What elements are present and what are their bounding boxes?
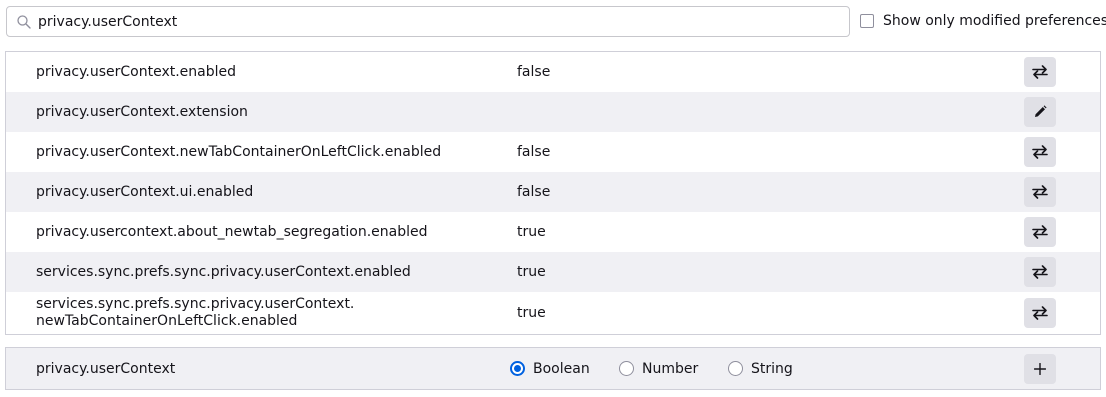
- toggle-button[interactable]: [1024, 57, 1056, 87]
- pref-name: privacy.userContext.extension: [36, 103, 248, 120]
- toggle-button[interactable]: [1024, 217, 1056, 247]
- toggle-button[interactable]: [1024, 298, 1056, 328]
- pref-value: false: [517, 64, 551, 80]
- toggle-button[interactable]: [1024, 137, 1056, 167]
- type-number-label: Number: [642, 360, 699, 377]
- pref-name-line1: services.sync.prefs.sync.privacy.userCon…: [36, 296, 355, 312]
- pref-row: services.sync.prefs.sync.privacy.userCon…: [6, 252, 1100, 292]
- edit-button[interactable]: [1024, 97, 1056, 127]
- type-number-option[interactable]: Number: [619, 348, 698, 389]
- pref-row: privacy.usercontext.about_newtab_segrega…: [6, 212, 1100, 252]
- new-pref-name: privacy.userContext: [36, 360, 176, 377]
- pref-name: services.sync.prefs.sync.privacy.userCon…: [36, 263, 411, 280]
- show-modified-toggle[interactable]: Show only modified preferences: [860, 13, 1106, 29]
- toggle-button[interactable]: [1024, 257, 1056, 287]
- pref-row: privacy.userContext.enabled false: [6, 52, 1100, 92]
- type-boolean-option[interactable]: Boolean: [510, 348, 590, 389]
- top-bar: Show only modified preferences: [6, 6, 1106, 39]
- pref-name: services.sync.prefs.sync.privacy.userCon…: [36, 292, 496, 334]
- pref-row: services.sync.prefs.sync.privacy.userCon…: [6, 292, 1100, 334]
- pref-row: privacy.userContext.newTabContainerOnLef…: [6, 132, 1100, 172]
- search-input[interactable]: [38, 10, 838, 34]
- pref-row: privacy.userContext.extension: [6, 92, 1100, 132]
- pref-value: false: [517, 144, 551, 160]
- type-boolean-radio[interactable]: [510, 361, 525, 376]
- pref-name: privacy.userContext.ui.enabled: [36, 183, 254, 200]
- edit-icon: [1035, 105, 1047, 117]
- type-number-radio[interactable]: [619, 361, 634, 376]
- add-button[interactable]: [1024, 354, 1056, 384]
- toggle-icon: [1032, 185, 1048, 199]
- toggle-icon: [1032, 265, 1048, 279]
- pref-name: privacy.usercontext.about_newtab_segrega…: [36, 223, 428, 240]
- search-icon: [17, 15, 31, 29]
- pref-value: false: [517, 184, 551, 200]
- toggle-button[interactable]: [1024, 177, 1056, 207]
- search-box[interactable]: [6, 6, 850, 37]
- pref-value: true: [517, 264, 546, 280]
- add-pref-row: privacy.userContext Boolean Number Strin…: [5, 347, 1101, 390]
- plus-icon: [1034, 363, 1046, 375]
- type-string-option[interactable]: String: [728, 348, 793, 389]
- toggle-icon: [1032, 65, 1048, 79]
- pref-name: privacy.userContext.newTabContainerOnLef…: [36, 143, 442, 160]
- show-modified-label: Show only modified preferences: [883, 13, 1106, 29]
- pref-value: true: [517, 224, 546, 240]
- toggle-icon: [1032, 145, 1048, 159]
- pref-row: privacy.userContext.ui.enabled false: [6, 172, 1100, 212]
- preferences-table: privacy.userContext.enabled false privac…: [5, 51, 1101, 335]
- pref-name-line2: newTabContainerOnLeftClick.enabled: [36, 313, 298, 329]
- toggle-icon: [1032, 306, 1048, 320]
- pref-value: true: [517, 305, 546, 321]
- pref-name: privacy.userContext.enabled: [36, 63, 237, 80]
- type-boolean-label: Boolean: [533, 360, 590, 377]
- show-modified-checkbox[interactable]: [860, 14, 874, 28]
- toggle-icon: [1032, 225, 1048, 239]
- type-string-label: String: [751, 360, 793, 377]
- type-string-radio[interactable]: [728, 361, 743, 376]
